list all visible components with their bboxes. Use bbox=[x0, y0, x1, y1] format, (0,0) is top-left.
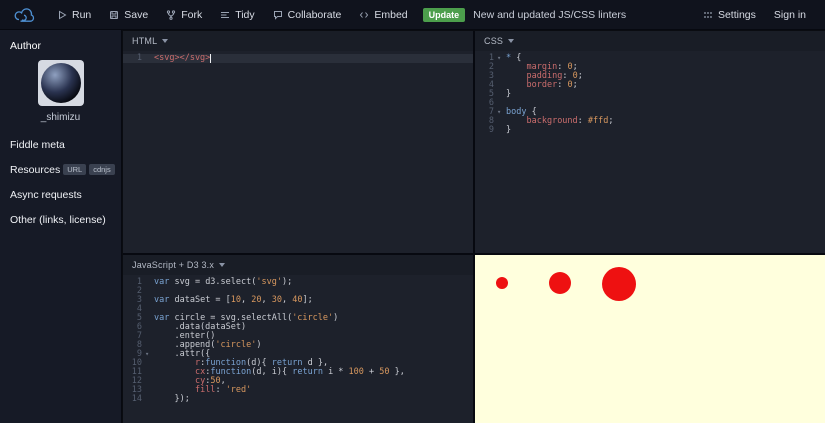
sidebar-item-async-requests[interactable]: Async requests bbox=[10, 189, 111, 201]
sidebar: Author _shimizu Fiddle meta Resources URL… bbox=[0, 30, 122, 423]
html-panel-header[interactable]: HTML bbox=[123, 31, 473, 51]
result-circle bbox=[549, 272, 571, 294]
collaborate-label: Collaborate bbox=[287, 8, 342, 21]
cdnjs-badge[interactable]: cdnjs bbox=[89, 164, 115, 175]
css-panel: CSS 1 ▾ * {2 margin: 0; 3 padding: 0; 4 bord… bbox=[475, 31, 825, 253]
settings-label: Settings bbox=[717, 8, 756, 21]
save-button[interactable]: Save bbox=[100, 0, 157, 30]
code-line: 5} bbox=[488, 89, 512, 99]
chevron-down-icon bbox=[219, 263, 226, 267]
js-panel-title: JavaScript + D3 3.x bbox=[132, 260, 215, 270]
fork-button[interactable]: Fork bbox=[157, 0, 211, 30]
html-panel: HTML 1 <svg></svg> bbox=[123, 31, 473, 253]
code-line: 4 border: 0; bbox=[488, 80, 578, 90]
code-line: 1 var svg = d3.select('svg'); bbox=[136, 277, 293, 287]
sidebar-item-fiddle-meta[interactable]: Fiddle meta bbox=[10, 139, 111, 151]
js-code-editor[interactable]: 1 var svg = d3.select('svg'); 2 3 var dataSe… bbox=[123, 275, 473, 423]
play-icon bbox=[59, 10, 67, 19]
result-circle bbox=[496, 277, 508, 289]
jsfiddle-logo[interactable] bbox=[12, 7, 36, 23]
jsfiddle-app: Run Save Fork Tidy Collaborate Embed Upd… bbox=[0, 0, 825, 423]
css-panel-title: CSS bbox=[484, 36, 504, 46]
signin-label: Sign in bbox=[773, 8, 806, 21]
sidebar-item-resources[interactable]: Resources URL cdnjs bbox=[10, 164, 115, 176]
code-line: 8 background: #ffd; bbox=[488, 116, 614, 126]
editor-grid: HTML 1 <svg></svg> CSS 1 ▾ * {2 margin: 0; 3… bbox=[123, 31, 825, 423]
chevron-down-icon bbox=[162, 39, 169, 43]
topbar: Run Save Fork Tidy Collaborate Embed Upd… bbox=[0, 0, 825, 30]
code-line: 9} bbox=[488, 125, 512, 135]
embed-button[interactable]: Embed bbox=[350, 0, 416, 30]
collaborate-icon bbox=[273, 10, 282, 20]
result-circle bbox=[602, 267, 636, 301]
author-username[interactable]: _shimizu bbox=[10, 112, 111, 123]
avatar bbox=[37, 60, 84, 106]
js-panel: JavaScript + D3 3.x 1 var svg = d3.select… bbox=[123, 255, 473, 423]
html-code-editor[interactable]: 1 <svg></svg> bbox=[123, 51, 473, 253]
run-label: Run bbox=[72, 8, 92, 21]
embed-label: Embed bbox=[374, 8, 408, 21]
tidy-label: Tidy bbox=[235, 8, 255, 21]
css-code-editor[interactable]: 1 ▾ * {2 margin: 0; 3 padding: 0; 4 border: … bbox=[475, 51, 825, 253]
fork-label: Fork bbox=[181, 8, 203, 21]
sidebar-item-other[interactable]: Other (links, license) bbox=[10, 214, 111, 226]
css-panel-header[interactable]: CSS bbox=[475, 31, 825, 51]
run-button[interactable]: Run bbox=[48, 0, 100, 30]
html-panel-title: HTML bbox=[132, 36, 158, 46]
resources-label: Resources bbox=[10, 164, 61, 176]
save-label: Save bbox=[124, 8, 149, 21]
settings-icon bbox=[704, 11, 712, 18]
embed-icon bbox=[360, 11, 369, 18]
url-badge[interactable]: URL bbox=[63, 164, 87, 175]
text-cursor bbox=[210, 54, 212, 63]
update-announcement[interactable]: New and updated JS/CSS linters bbox=[473, 9, 626, 21]
update-badge[interactable]: Update bbox=[422, 7, 466, 22]
settings-button[interactable]: Settings bbox=[694, 0, 765, 30]
js-panel-header[interactable]: JavaScript + D3 3.x bbox=[123, 255, 473, 275]
fork-icon bbox=[167, 9, 176, 20]
save-icon bbox=[110, 10, 119, 19]
code-line: 14 }); bbox=[131, 394, 190, 404]
signin-button[interactable]: Sign in bbox=[765, 0, 815, 30]
chevron-down-icon bbox=[508, 39, 515, 43]
tidy-button[interactable]: Tidy bbox=[211, 0, 263, 30]
result-pane bbox=[475, 255, 825, 423]
collaborate-button[interactable]: Collaborate bbox=[264, 0, 351, 30]
code-line: 3 var dataSet = [10, 20, 30, 40]; bbox=[136, 295, 313, 305]
avatar-image bbox=[40, 63, 81, 103]
tidy-icon bbox=[221, 11, 230, 18]
code-line: 1 <svg></svg> bbox=[123, 54, 473, 63]
author-label: Author bbox=[10, 40, 41, 52]
